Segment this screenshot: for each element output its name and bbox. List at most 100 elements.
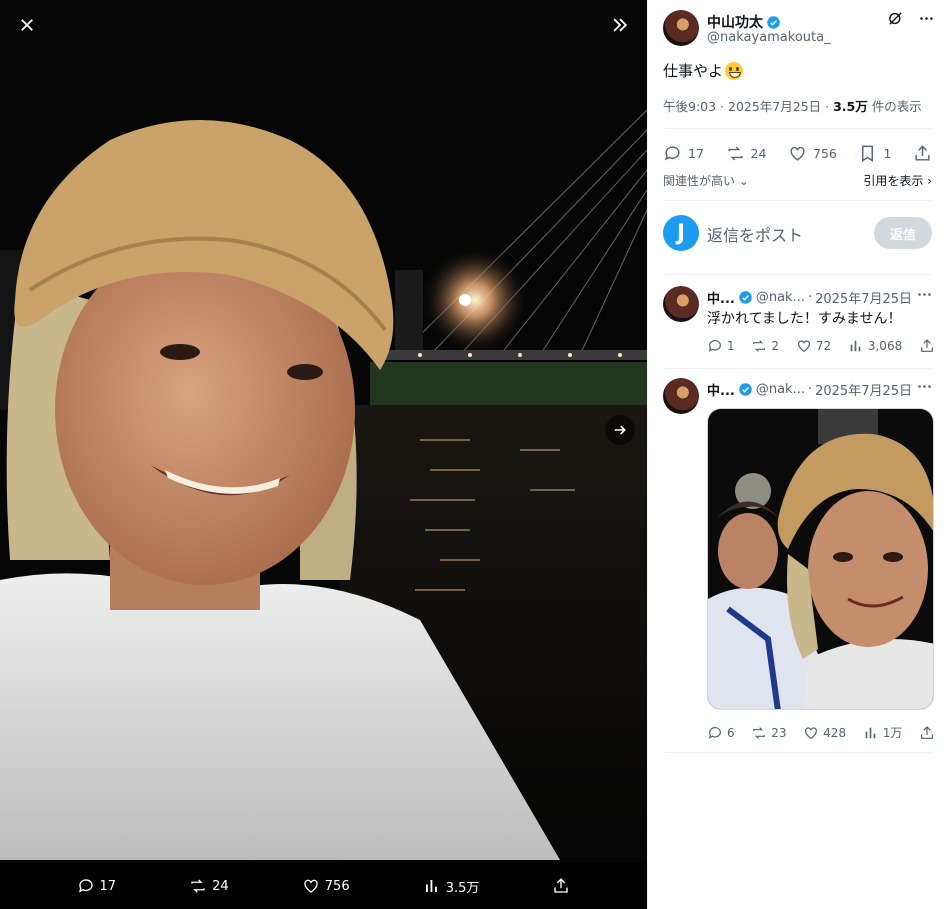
views-icon <box>425 880 437 892</box>
reply-handle[interactable]: @nak... <box>756 382 805 397</box>
reply-handle[interactable]: @nak... <box>756 290 805 305</box>
divider <box>663 752 932 753</box>
bookmark-icon <box>862 145 874 162</box>
share-button[interactable] <box>913 144 932 163</box>
more-icon[interactable] <box>916 378 933 395</box>
arrow-right-icon <box>614 425 626 435</box>
reply-author-name[interactable]: 中... <box>707 288 735 307</box>
post-header: 中山功太 @nakayamakouta_ <box>663 10 937 50</box>
share-button[interactable] <box>919 338 935 354</box>
like-button[interactable]: 756 <box>788 144 837 163</box>
reply-button[interactable]: 17 <box>663 144 704 163</box>
media-viewer: 17 24 756 3.5万 <box>0 0 647 909</box>
post-date[interactable]: 2025年7月25日 <box>728 99 821 114</box>
heart-icon <box>797 340 810 353</box>
repost-icon <box>753 340 766 352</box>
reply-button[interactable]: 6 <box>707 724 735 741</box>
close-button[interactable] <box>10 8 44 42</box>
reply-count: 6 <box>727 725 735 740</box>
reply-item[interactable]: 中... @nak... · 2025年7月25日 6 23 428 1万 <box>663 378 935 748</box>
chevrons-right-icon <box>613 18 628 32</box>
grinning-face-emoji <box>725 61 744 80</box>
viewer-views-button[interactable]: 3.5万 <box>423 877 479 896</box>
next-image-button[interactable] <box>605 415 635 445</box>
like-count: 428 <box>823 725 847 740</box>
repost-count: 2 <box>771 339 780 353</box>
share-button[interactable] <box>919 724 935 741</box>
like-button[interactable]: 428 <box>803 724 846 741</box>
reply-author-name[interactable]: 中... <box>707 380 735 399</box>
reply-icon <box>708 726 721 739</box>
post-text: 仕事やよ <box>663 60 744 81</box>
toggle-sidebar-button[interactable] <box>603 8 637 42</box>
chevron-down-icon: ⌄ <box>735 174 749 188</box>
share-icon <box>921 725 933 739</box>
share-icon <box>921 339 933 352</box>
author-handle[interactable]: @nakayamakouta_ <box>707 30 831 45</box>
viewer-repost-count: 24 <box>212 878 229 894</box>
views-icon <box>850 340 861 352</box>
repost-button[interactable]: 2 <box>751 338 779 354</box>
bookmark-button[interactable]: 1 <box>858 144 891 163</box>
grok-icon[interactable] <box>887 10 904 27</box>
sort-dropdown[interactable]: 関連性が高い ⌄ <box>663 172 749 192</box>
viewer-repost-button[interactable]: 24 <box>189 877 229 895</box>
reply-composer: J 返信をポスト 返信 <box>663 212 932 252</box>
reply-icon <box>708 340 721 352</box>
more-icon[interactable] <box>916 286 933 303</box>
view-quotes-link[interactable]: 引用を表示 › <box>863 172 932 192</box>
post-time[interactable]: 午後9:03 <box>663 99 716 114</box>
viewer-action-bar: 17 24 756 3.5万 <box>0 863 647 909</box>
reply-text: 浮かれてました！すみません！ <box>707 311 902 327</box>
repost-icon <box>191 879 205 893</box>
repost-button[interactable]: 24 <box>726 144 767 163</box>
divider <box>663 128 932 129</box>
reply-photo[interactable] <box>707 408 934 710</box>
reply-avatar[interactable] <box>663 378 699 414</box>
sort-label: 関連性が高い <box>663 174 736 188</box>
author-name[interactable]: 中山功太 <box>707 12 763 32</box>
reply-submit-button[interactable]: 返信 <box>874 217 932 249</box>
share-icon <box>554 878 569 893</box>
divider <box>663 274 932 275</box>
repost-icon <box>727 146 743 160</box>
post-views-label: 件の表示 <box>867 99 922 114</box>
reply-button[interactable]: 1 <box>707 338 735 354</box>
viewer-like-count: 756 <box>324 878 350 894</box>
views-icon <box>865 727 876 738</box>
views-button[interactable]: 1万 <box>863 724 902 741</box>
viewer-reply-button[interactable]: 17 <box>77 877 117 895</box>
repost-count: 23 <box>771 725 787 740</box>
viewer-reply-count: 17 <box>99 878 117 894</box>
like-count: 756 <box>813 145 837 161</box>
more-icon[interactable] <box>918 10 935 27</box>
heart-icon <box>805 726 818 739</box>
reply-input[interactable]: 返信をポスト <box>707 222 803 246</box>
viewer-like-button[interactable]: 756 <box>302 877 350 895</box>
repost-button[interactable]: 23 <box>751 724 787 741</box>
reply-date[interactable]: 2025年7月25日 <box>815 288 912 307</box>
close-icon <box>21 19 33 31</box>
reply-sort-row: 関連性が高い ⌄ 引用を表示 › <box>663 172 932 192</box>
like-button[interactable]: 72 <box>796 338 831 354</box>
chevron-right-icon: › <box>923 174 932 188</box>
reply-count: 17 <box>688 145 704 161</box>
post-views-count: 3.5万 <box>833 99 868 114</box>
repost-icon <box>753 726 766 739</box>
reply-actions: 6 23 428 1万 <box>707 724 935 741</box>
view-count: 3,068 <box>867 339 903 353</box>
reply-icon <box>665 145 680 160</box>
share-icon <box>915 144 930 161</box>
views-button[interactable]: 3,068 <box>848 338 902 354</box>
viewer-share-button[interactable] <box>552 877 570 895</box>
like-count: 72 <box>815 339 832 353</box>
reply-avatar[interactable] <box>663 286 699 322</box>
reply-date[interactable]: 2025年7月25日 <box>815 380 912 399</box>
post-stats: 17 24 756 1 <box>663 138 932 168</box>
post-body: 仕事やよ <box>663 62 724 80</box>
divider <box>663 368 932 369</box>
heart-icon <box>790 146 805 161</box>
author-avatar[interactable] <box>663 10 699 46</box>
repost-count: 24 <box>750 145 767 161</box>
reply-item[interactable]: 中... @nak... · 2025年7月25日 浮かれてました！すみません！… <box>663 286 935 360</box>
